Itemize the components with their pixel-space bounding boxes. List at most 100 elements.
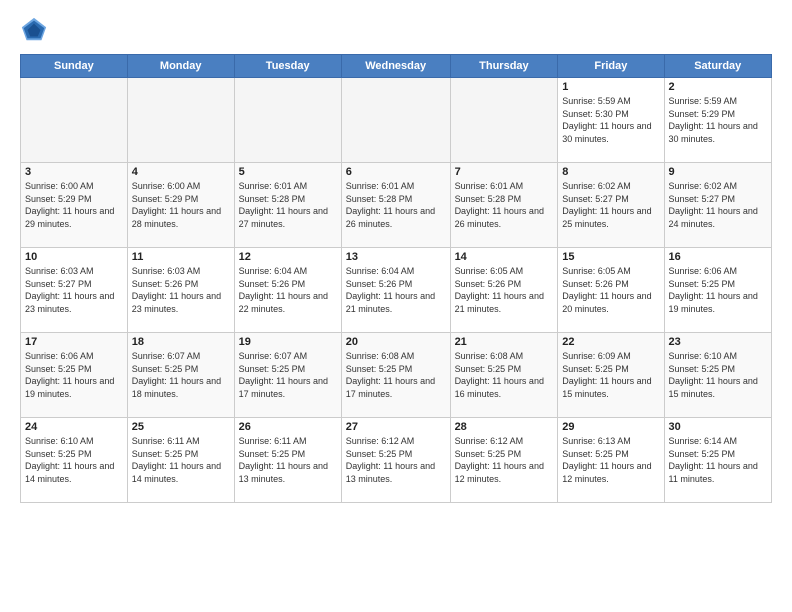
- day-cell-1: 1 Sunrise: 5:59 AMSunset: 5:30 PMDaylight…: [558, 78, 664, 163]
- day-cell-10: 10Sunrise: 6:03 AMSunset: 5:27 PMDayligh…: [21, 248, 128, 333]
- day-info: Sunrise: 6:01 AMSunset: 5:28 PMDaylight:…: [239, 180, 337, 230]
- page: SundayMondayTuesdayWednesdayThursdayFrid…: [0, 0, 792, 513]
- empty-cell: [234, 78, 341, 163]
- day-cell-23: 23 Sunrise: 6:10 AMSunset: 5:25 PMDayligh…: [664, 333, 771, 418]
- empty-cell: [21, 78, 128, 163]
- day-cell-17: 17 Sunrise: 6:06 AMSunset: 5:25 PMDayligh…: [21, 333, 128, 418]
- logo-icon: [20, 16, 48, 44]
- day-number: 12: [239, 251, 337, 263]
- day-cell-29: 29Sunrise: 6:13 AMSunset: 5:25 PMDayligh…: [558, 418, 664, 503]
- day-info: Sunrise: 6:01 AMSunset: 5:28 PMDaylight:…: [455, 180, 554, 230]
- day-number: 19: [239, 336, 337, 348]
- day-cell-12: 12 Sunrise: 6:04 AMSunset: 5:26 PMDayligh…: [234, 248, 341, 333]
- day-cell-13: 13Sunrise: 6:04 AMSunset: 5:26 PMDayligh…: [341, 248, 450, 333]
- day-cell-3: 3Sunrise: 6:00 AMSunset: 5:29 PMDaylight…: [21, 163, 128, 248]
- day-number: 8: [562, 166, 659, 178]
- day-info: Sunrise: 6:08 AMSunset: 5:25 PMDaylight:…: [455, 350, 554, 400]
- day-number: 14: [455, 251, 554, 263]
- day-info: Sunrise: 6:02 AMSunset: 5:27 PMDaylight:…: [669, 180, 767, 230]
- header: [20, 16, 772, 44]
- col-header-thursday: Thursday: [450, 55, 558, 78]
- day-number: 28: [455, 421, 554, 433]
- day-number: 16: [669, 251, 767, 263]
- day-cell-28: 28Sunrise: 6:12 AMSunset: 5:25 PMDayligh…: [450, 418, 558, 503]
- day-number: 2: [669, 81, 767, 93]
- day-number: 22: [562, 336, 659, 348]
- day-cell-2: 2 Sunrise: 5:59 AMSunset: 5:29 PMDaylight…: [664, 78, 771, 163]
- day-number: 21: [455, 336, 554, 348]
- empty-cell: [127, 78, 234, 163]
- day-number: 1: [562, 81, 659, 93]
- day-number: 10: [25, 251, 123, 263]
- day-number: 30: [669, 421, 767, 433]
- day-info: Sunrise: 6:02 AMSunset: 5:27 PMDaylight:…: [562, 180, 659, 230]
- col-header-sunday: Sunday: [21, 55, 128, 78]
- day-cell-6: 6 Sunrise: 6:01 AMSunset: 5:28 PMDaylight…: [341, 163, 450, 248]
- day-number: 20: [346, 336, 446, 348]
- day-info: Sunrise: 6:13 AMSunset: 5:25 PMDaylight:…: [562, 435, 659, 485]
- day-number: 7: [455, 166, 554, 178]
- day-number: 23: [669, 336, 767, 348]
- col-header-friday: Friday: [558, 55, 664, 78]
- day-cell-20: 20 Sunrise: 6:08 AMSunset: 5:25 PMDayligh…: [341, 333, 450, 418]
- day-info: Sunrise: 5:59 AMSunset: 5:29 PMDaylight:…: [669, 95, 767, 145]
- day-info: Sunrise: 6:11 AMSunset: 5:25 PMDaylight:…: [132, 435, 230, 485]
- day-info: Sunrise: 6:05 AMSunset: 5:26 PMDaylight:…: [455, 265, 554, 315]
- day-cell-16: 16 Sunrise: 6:06 AMSunset: 5:25 PMDayligh…: [664, 248, 771, 333]
- day-info: Sunrise: 6:09 AMSunset: 5:25 PMDaylight:…: [562, 350, 659, 400]
- day-cell-9: 9 Sunrise: 6:02 AMSunset: 5:27 PMDaylight…: [664, 163, 771, 248]
- day-number: 3: [25, 166, 123, 178]
- day-cell-11: 11 Sunrise: 6:03 AMSunset: 5:26 PMDayligh…: [127, 248, 234, 333]
- day-info: Sunrise: 6:14 AMSunset: 5:25 PMDaylight:…: [669, 435, 767, 485]
- day-cell-21: 21 Sunrise: 6:08 AMSunset: 5:25 PMDayligh…: [450, 333, 558, 418]
- day-number: 17: [25, 336, 123, 348]
- day-info: Sunrise: 6:10 AMSunset: 5:25 PMDaylight:…: [25, 435, 123, 485]
- day-cell-19: 19 Sunrise: 6:07 AMSunset: 5:25 PMDayligh…: [234, 333, 341, 418]
- col-header-saturday: Saturday: [664, 55, 771, 78]
- day-info: Sunrise: 6:10 AMSunset: 5:25 PMDaylight:…: [669, 350, 767, 400]
- day-cell-26: 26 Sunrise: 6:11 AMSunset: 5:25 PMDayligh…: [234, 418, 341, 503]
- day-cell-15: 15Sunrise: 6:05 AMSunset: 5:26 PMDayligh…: [558, 248, 664, 333]
- day-number: 9: [669, 166, 767, 178]
- day-info: Sunrise: 6:06 AMSunset: 5:25 PMDaylight:…: [25, 350, 123, 400]
- day-cell-30: 30 Sunrise: 6:14 AMSunset: 5:25 PMDayligh…: [664, 418, 771, 503]
- day-cell-5: 5 Sunrise: 6:01 AMSunset: 5:28 PMDaylight…: [234, 163, 341, 248]
- day-number: 11: [132, 251, 230, 263]
- col-header-tuesday: Tuesday: [234, 55, 341, 78]
- day-cell-4: 4Sunrise: 6:00 AMSunset: 5:29 PMDaylight…: [127, 163, 234, 248]
- day-info: Sunrise: 6:03 AMSunset: 5:26 PMDaylight:…: [132, 265, 230, 315]
- day-number: 5: [239, 166, 337, 178]
- week-row-3: 17 Sunrise: 6:06 AMSunset: 5:25 PMDayligh…: [21, 333, 772, 418]
- day-info: Sunrise: 6:07 AMSunset: 5:25 PMDaylight:…: [239, 350, 337, 400]
- day-number: 4: [132, 166, 230, 178]
- day-info: Sunrise: 6:08 AMSunset: 5:25 PMDaylight:…: [346, 350, 446, 400]
- day-cell-8: 8 Sunrise: 6:02 AMSunset: 5:27 PMDaylight…: [558, 163, 664, 248]
- day-number: 6: [346, 166, 446, 178]
- empty-cell: [341, 78, 450, 163]
- day-cell-7: 7 Sunrise: 6:01 AMSunset: 5:28 PMDaylight…: [450, 163, 558, 248]
- day-info: Sunrise: 6:01 AMSunset: 5:28 PMDaylight:…: [346, 180, 446, 230]
- day-cell-27: 27 Sunrise: 6:12 AMSunset: 5:25 PMDayligh…: [341, 418, 450, 503]
- day-cell-24: 24 Sunrise: 6:10 AMSunset: 5:25 PMDayligh…: [21, 418, 128, 503]
- day-number: 25: [132, 421, 230, 433]
- day-cell-18: 18Sunrise: 6:07 AMSunset: 5:25 PMDayligh…: [127, 333, 234, 418]
- col-header-wednesday: Wednesday: [341, 55, 450, 78]
- day-info: Sunrise: 6:05 AMSunset: 5:26 PMDaylight:…: [562, 265, 659, 315]
- empty-cell: [450, 78, 558, 163]
- week-row-0: 1 Sunrise: 5:59 AMSunset: 5:30 PMDaylight…: [21, 78, 772, 163]
- logo: [20, 16, 52, 44]
- day-cell-25: 25 Sunrise: 6:11 AMSunset: 5:25 PMDayligh…: [127, 418, 234, 503]
- day-info: Sunrise: 6:11 AMSunset: 5:25 PMDaylight:…: [239, 435, 337, 485]
- day-number: 13: [346, 251, 446, 263]
- day-info: Sunrise: 5:59 AMSunset: 5:30 PMDaylight:…: [562, 95, 659, 145]
- day-info: Sunrise: 6:06 AMSunset: 5:25 PMDaylight:…: [669, 265, 767, 315]
- day-info: Sunrise: 6:12 AMSunset: 5:25 PMDaylight:…: [346, 435, 446, 485]
- day-cell-22: 22 Sunrise: 6:09 AMSunset: 5:25 PMDayligh…: [558, 333, 664, 418]
- day-number: 24: [25, 421, 123, 433]
- week-row-2: 10Sunrise: 6:03 AMSunset: 5:27 PMDayligh…: [21, 248, 772, 333]
- week-row-4: 24 Sunrise: 6:10 AMSunset: 5:25 PMDayligh…: [21, 418, 772, 503]
- day-number: 18: [132, 336, 230, 348]
- day-number: 26: [239, 421, 337, 433]
- day-number: 27: [346, 421, 446, 433]
- day-info: Sunrise: 6:04 AMSunset: 5:26 PMDaylight:…: [239, 265, 337, 315]
